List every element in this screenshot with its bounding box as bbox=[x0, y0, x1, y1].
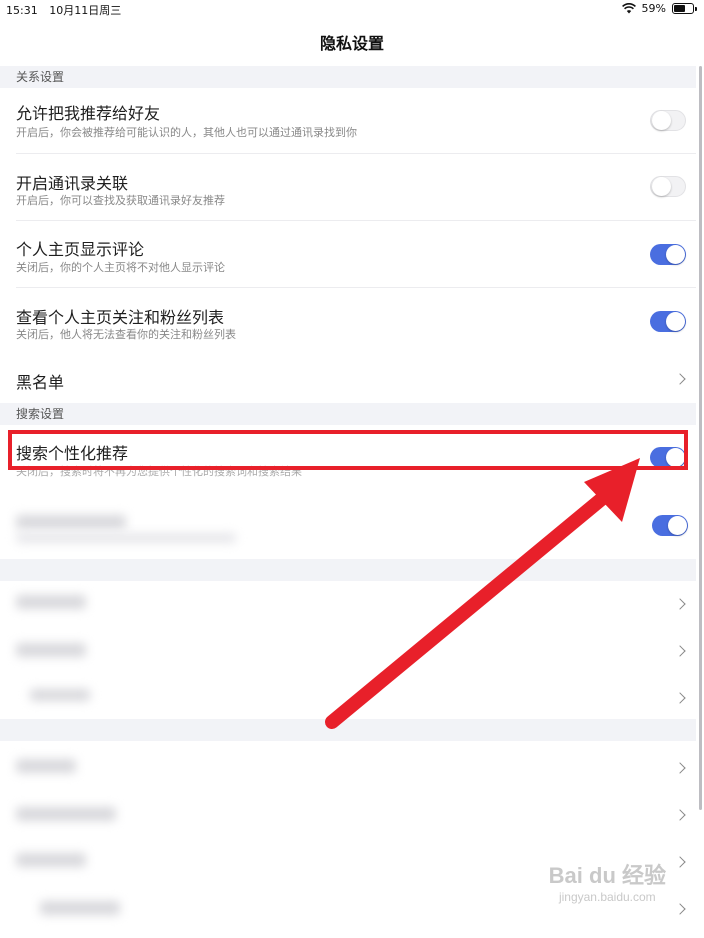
row-recommend-to-friends: 允许把我推荐给好友 开启后，你会被推荐给可能认识的人，其他人也可以通过通讯录找到… bbox=[0, 88, 696, 154]
page-title: 隐私设置 bbox=[319, 34, 384, 53]
row-title: 个人主页显示评论 bbox=[16, 240, 145, 259]
scrollbar[interactable] bbox=[699, 66, 702, 810]
highlight-box bbox=[8, 430, 688, 470]
row-follow-lists: 查看个人主页关注和粉丝列表 关闭后，他人将无法查看你的关注和粉丝列表 bbox=[0, 288, 696, 355]
row-title: 允许把我推荐给好友 bbox=[16, 104, 161, 123]
toggle-blurred[interactable] bbox=[652, 515, 688, 536]
toggle-contacts-link[interactable] bbox=[650, 176, 686, 197]
watermark-sub: jingyan.baidu.com bbox=[558, 890, 656, 904]
chevron-right-icon bbox=[674, 373, 686, 385]
chevron-right-icon bbox=[674, 809, 686, 821]
row-title: 黑名单 bbox=[16, 373, 65, 392]
chevron-right-icon bbox=[674, 645, 686, 657]
battery-percent: 59% bbox=[641, 2, 666, 15]
chevron-right-icon bbox=[674, 598, 686, 610]
row-desc: 开启后，你会被推荐给可能认识的人，其他人也可以通过通讯录找到你 bbox=[16, 126, 357, 139]
chevron-right-icon bbox=[674, 856, 686, 868]
watermark-main: Bai du 经验 bbox=[548, 863, 666, 888]
toggle-show-comments[interactable] bbox=[650, 244, 686, 265]
row-title: 查看个人主页关注和粉丝列表 bbox=[16, 308, 225, 327]
row-contacts-link: 开启通讯录关联 开启后，你可以查找及获取通讯录好友推荐 bbox=[0, 154, 696, 221]
row-blacklist[interactable]: 黑名单 bbox=[0, 355, 696, 403]
battery-icon bbox=[672, 3, 697, 14]
wifi-icon bbox=[621, 3, 636, 14]
section-header-relationship: 关系设置 bbox=[0, 66, 696, 88]
toggle-follow-lists[interactable] bbox=[650, 311, 686, 332]
row-desc: 开启后，你可以查找及获取通讯录好友推荐 bbox=[16, 194, 225, 207]
row-desc: 关闭后，他人将无法查看你的关注和粉丝列表 bbox=[16, 328, 236, 341]
row-show-comments: 个人主页显示评论 关闭后，你的个人主页将不对他人显示评论 bbox=[0, 221, 696, 288]
section-header-search: 搜索设置 bbox=[0, 403, 696, 425]
status-bar: 15:31 10月11日周三 59% bbox=[0, 0, 704, 20]
status-time: 15:31 bbox=[6, 4, 38, 17]
toggle-recommend-to-friends[interactable] bbox=[650, 110, 686, 131]
row-title: 开启通讯录关联 bbox=[16, 174, 129, 193]
watermark: Bai du 经验 jingyan.baidu.com bbox=[549, 858, 666, 904]
chevron-right-icon bbox=[674, 692, 686, 704]
status-date: 10月11日周三 bbox=[49, 4, 122, 17]
chevron-right-icon bbox=[674, 903, 686, 915]
row-desc: 关闭后，你的个人主页将不对他人显示评论 bbox=[16, 261, 225, 274]
chevron-right-icon bbox=[674, 762, 686, 774]
